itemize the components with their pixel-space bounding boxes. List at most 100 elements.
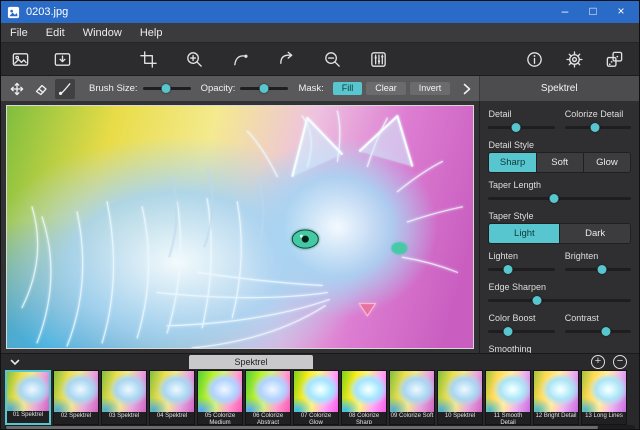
taper-length-slider-handle[interactable]: [550, 194, 559, 203]
lighten-slider-handle[interactable]: [504, 265, 513, 274]
adjustments-button[interactable]: [367, 48, 389, 70]
preset-thumb-image: [486, 371, 530, 412]
preset-thumb-label: 01 Spektrel: [7, 411, 49, 423]
preset-thumb-label: 07 Colorize Glow: [294, 412, 338, 424]
remove-preset-button[interactable]: −: [613, 355, 627, 369]
brush-tool-button[interactable]: [55, 79, 75, 99]
preset-thumb-06[interactable]: 06 Colorize Abstract: [245, 370, 291, 425]
contrast-slider-handle[interactable]: [601, 327, 610, 336]
move-tool-button[interactable]: [7, 79, 27, 99]
preset-thumb-label: 11 Smooth Detail: [486, 412, 530, 424]
preset-thumb-label: 13 Long Lines: [582, 412, 626, 424]
preset-thumb-05[interactable]: 05 Colorize Medium: [197, 370, 243, 425]
detail-slider-handle[interactable]: [512, 123, 521, 132]
randomize-dice-icon: [605, 50, 624, 69]
menu-edit[interactable]: Edit: [37, 23, 74, 43]
mask-fill-button[interactable]: Fill: [333, 82, 363, 95]
detail-slider[interactable]: [488, 121, 554, 134]
scrollbar-thumb[interactable]: [6, 426, 598, 429]
detail-style-glow-button[interactable]: Glow: [584, 153, 630, 172]
curve-brush-button[interactable]: [229, 48, 251, 70]
opacity-label: Opacity:: [201, 83, 236, 94]
preset-thumb-image: [534, 371, 578, 412]
color-boost-slider[interactable]: [488, 325, 554, 338]
lighten-slider[interactable]: [488, 263, 554, 276]
adjustments-icon: [369, 50, 388, 69]
preset-thumb-label: 09 Colorize Soft: [390, 412, 434, 424]
menu-file[interactable]: File: [1, 23, 37, 43]
taper-style-label: Taper Style: [488, 211, 631, 221]
preset-thumb-02[interactable]: 02 Spektrel: [53, 370, 99, 425]
brush-options-left: Brush Size: Opacity: Mask: Fill Clear In…: [1, 76, 480, 101]
preset-thumb-13[interactable]: 13 Long Lines: [581, 370, 627, 425]
preset-thumb-label: 03 Spektrel: [102, 412, 146, 424]
preset-thumb-03[interactable]: 03 Spektrel: [101, 370, 147, 425]
brush-size-slider-handle[interactable]: [161, 84, 170, 93]
minimize-button[interactable]: –: [553, 3, 577, 21]
taper-style-light-button[interactable]: Light: [489, 224, 560, 243]
taper-length-slider[interactable]: [488, 192, 631, 205]
preset-thumb-04[interactable]: 04 Spektrel: [149, 370, 195, 425]
load-image-button[interactable]: [51, 48, 73, 70]
maximize-button[interactable]: □: [581, 3, 605, 21]
toolbar-right-group: [523, 48, 625, 70]
eraser-tool-button[interactable]: [31, 79, 51, 99]
preset-thumb-label: 04 Spektrel: [150, 412, 194, 424]
info-button[interactable]: [523, 48, 545, 70]
image-canvas[interactable]: [6, 105, 474, 349]
mask-invert-button[interactable]: Invert: [410, 82, 451, 95]
detail-style-group: Sharp Soft Glow: [488, 152, 631, 173]
toolbar: [1, 43, 639, 76]
preset-thumb-01[interactable]: 01 Spektrel: [5, 370, 51, 425]
preset-thumb-11[interactable]: 11 Smooth Detail: [485, 370, 531, 425]
add-preset-button[interactable]: +: [591, 355, 605, 369]
cat-artwork: [7, 106, 473, 348]
collapse-strip-button[interactable]: [7, 356, 23, 368]
edge-sharpen-slider[interactable]: [488, 294, 631, 307]
image-button[interactable]: [9, 48, 31, 70]
menubar: File Edit Window Help: [1, 23, 639, 43]
contrast-slider[interactable]: [565, 325, 631, 338]
zoom-in-button[interactable]: [183, 48, 205, 70]
preset-thumb-image: [390, 371, 434, 412]
redo-button[interactable]: [275, 48, 297, 70]
taper-length-label: Taper Length: [488, 180, 631, 190]
preset-category-tab[interactable]: Spektrel: [189, 355, 313, 369]
preset-thumb-label: 05 Colorize Medium: [198, 412, 242, 424]
brighten-slider-handle[interactable]: [597, 265, 606, 274]
opacity-slider[interactable]: [240, 82, 288, 95]
preset-thumb-image: [294, 371, 338, 412]
preset-thumb-10[interactable]: 10 Spektrel: [437, 370, 483, 425]
randomize-button[interactable]: [603, 48, 625, 70]
preset-thumb-image: [246, 371, 290, 412]
preset-thumb-12[interactable]: 12 Bright Detail: [533, 370, 579, 425]
colorize-detail-slider[interactable]: [565, 121, 631, 134]
crop-button[interactable]: [137, 48, 159, 70]
preset-thumb-08[interactable]: 08 Colorize Sharp: [341, 370, 387, 425]
preset-thumb-07[interactable]: 07 Colorize Glow: [293, 370, 339, 425]
zoom-out-button[interactable]: [321, 48, 343, 70]
brush-tool-icon: [58, 82, 72, 96]
detail-style-soft-button[interactable]: Soft: [537, 153, 584, 172]
color-boost-label: Color Boost: [488, 313, 554, 323]
preset-thumb-image: [7, 372, 49, 411]
menu-help[interactable]: Help: [131, 23, 172, 43]
menu-window[interactable]: Window: [74, 23, 131, 43]
preset-thumb-09[interactable]: 09 Colorize Soft: [389, 370, 435, 425]
canvas-area: [1, 101, 479, 353]
opacity-slider-handle[interactable]: [260, 84, 269, 93]
mask-clear-button[interactable]: Clear: [366, 82, 406, 95]
expand-options-button[interactable]: [463, 83, 473, 95]
zoom-in-icon: [185, 50, 204, 69]
close-button[interactable]: ×: [609, 3, 633, 21]
taper-style-dark-button[interactable]: Dark: [560, 224, 630, 243]
preset-thumb-label: 10 Spektrel: [438, 412, 482, 424]
edge-sharpen-slider-handle[interactable]: [532, 296, 541, 305]
brush-size-slider[interactable]: [143, 82, 191, 95]
settings-button[interactable]: [563, 48, 585, 70]
brighten-slider[interactable]: [565, 263, 631, 276]
colorize-detail-slider-handle[interactable]: [591, 123, 600, 132]
detail-style-sharp-button[interactable]: Sharp: [489, 153, 536, 172]
color-boost-slider-handle[interactable]: [504, 327, 513, 336]
horizontal-scrollbar[interactable]: [5, 425, 635, 430]
